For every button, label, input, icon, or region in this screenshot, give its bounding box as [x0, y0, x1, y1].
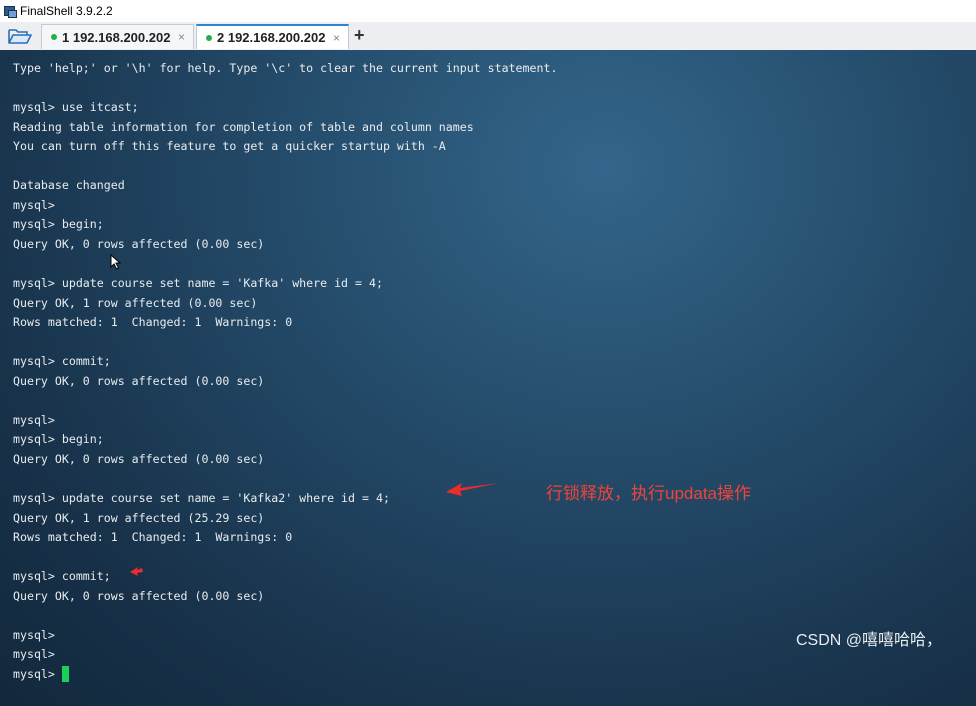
title-bar: FinalShell 3.9.2.2 [0, 0, 976, 22]
finalshell-app-icon [4, 5, 17, 18]
terminal-line: mysql> [13, 197, 55, 212]
terminal-line: Rows matched: 1 Changed: 1 Warnings: 0 [13, 315, 293, 330]
red-arrow-icon [130, 567, 143, 576]
red-arrow-icon [446, 483, 499, 496]
tab-session-1[interactable]: 1 192.168.200.202 × [41, 24, 194, 49]
tab-label: 1 192.168.200.202 [62, 29, 171, 45]
terminal-line: mysql> [13, 412, 55, 427]
terminal-line: Query OK, 0 rows affected (0.00 sec) [13, 588, 265, 603]
tab-label: 2 192.168.200.202 [217, 30, 326, 45]
terminal-line: mysql> update course set name = 'Kafka' … [13, 276, 383, 291]
terminal-line: mysql> begin; [13, 432, 104, 447]
window-title: FinalShell 3.9.2.2 [20, 4, 113, 18]
terminal-line: You can turn off this feature to get a q… [13, 139, 446, 154]
connected-status-icon [206, 34, 212, 41]
tab-session-2[interactable]: 2 192.168.200.202 × [196, 24, 349, 49]
terminal-lines: Type 'help;' or '\h' for help. Type '\c'… [13, 59, 557, 685]
terminal-line: Type 'help;' or '\h' for help. Type '\c'… [13, 61, 558, 75]
close-icon[interactable]: × [333, 31, 340, 45]
mouse-pointer-icon [110, 254, 122, 270]
add-tab-icon[interactable]: + [354, 25, 365, 46]
terminal-line: mysql> begin; [13, 217, 104, 232]
terminal-line: mysql> [13, 665, 557, 685]
terminal-line: Rows matched: 1 Changed: 1 Warnings: 0 [13, 530, 293, 545]
watermark: CSDN @嘻嘻哈哈， [796, 632, 943, 649]
terminal-line: mysql> use itcast; [13, 100, 139, 115]
tab-bar: 1 192.168.200.202 × 2 192.168.200.202 × … [0, 22, 976, 51]
terminal-line: Query OK, 0 rows affected (0.00 sec) [13, 373, 265, 388]
annotation-label: 行锁释放，执行updata操作 [546, 484, 751, 503]
terminal-line: Query OK, 1 row affected (0.00 sec) [13, 295, 258, 310]
folder-open-icon[interactable] [8, 27, 32, 45]
terminal-line: Query OK, 1 row affected (25.29 sec) [13, 510, 265, 525]
terminal-output[interactable]: Type 'help;' or '\h' for help. Type '\c'… [0, 50, 976, 706]
terminal-line: Query OK, 0 rows affected (0.00 sec) [13, 236, 265, 251]
terminal-line: mysql> [13, 647, 55, 662]
terminal-line: mysql> commit; [13, 569, 111, 584]
terminal-line: Reading table information for completion… [13, 119, 474, 134]
terminal-line: Database changed [13, 178, 125, 193]
terminal-line: mysql> [13, 627, 55, 642]
close-icon[interactable]: × [178, 30, 185, 44]
connected-status-icon [51, 34, 57, 40]
terminal-cursor [61, 666, 69, 683]
terminal-line: mysql> commit; [13, 354, 111, 369]
terminal-line: Query OK, 0 rows affected (0.00 sec) [13, 451, 265, 466]
